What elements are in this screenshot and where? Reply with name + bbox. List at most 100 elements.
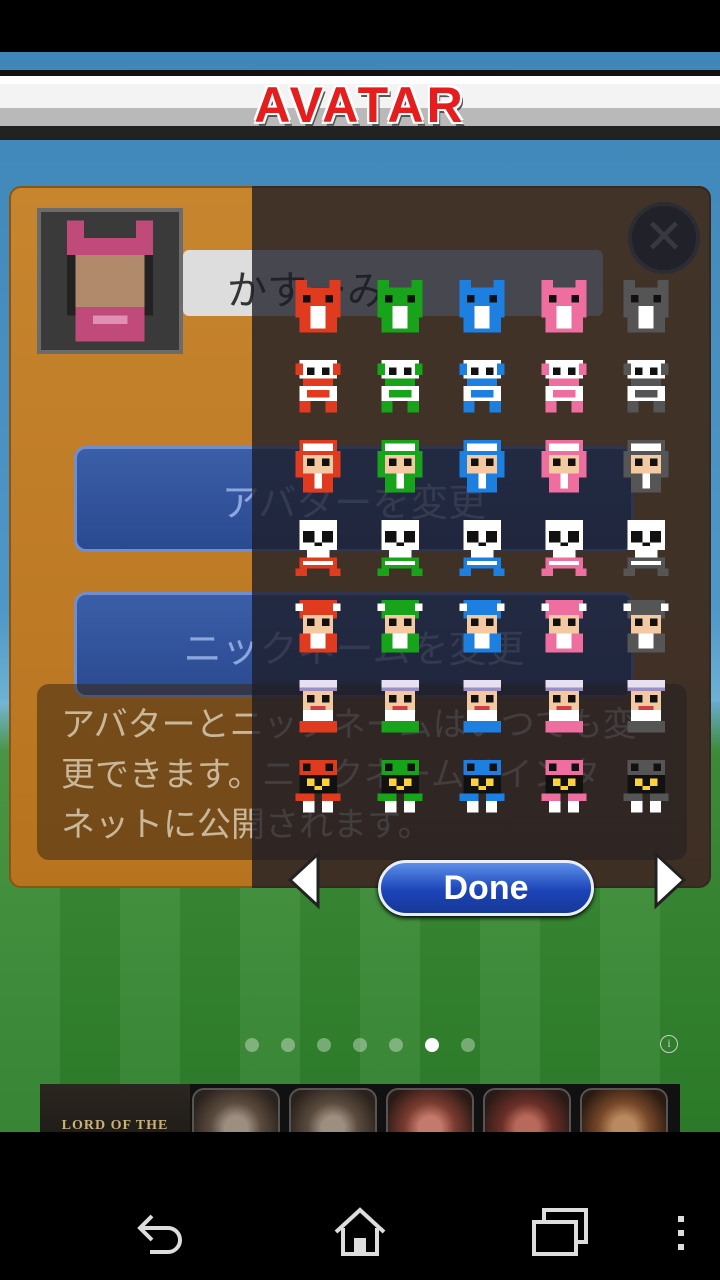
game-scene: AVATAR かすーみ アバターを変更 ニックネームを変更 アバターとニックネー…	[0, 52, 720, 1132]
avatar-option[interactable]	[452, 674, 512, 738]
avatar-sprite-icon	[459, 519, 505, 576]
avatar-sprite-icon	[541, 439, 587, 493]
screen-title: AVATAR	[254, 77, 466, 133]
avatar-sprite-icon	[381, 679, 419, 733]
avatar-sprite-icon	[623, 279, 669, 333]
avatar-sprite-icon	[295, 519, 341, 576]
avatar-sprite-icon	[545, 679, 583, 733]
prev-page-arrow-icon[interactable]	[286, 850, 322, 910]
avatar-sprite-icon	[623, 359, 669, 413]
avatar-option[interactable]	[616, 354, 676, 418]
avatar-option[interactable]	[370, 514, 430, 578]
page-dot[interactable]	[389, 1038, 403, 1052]
avatar-option[interactable]	[616, 514, 676, 578]
avatar-sprite-icon	[295, 759, 341, 813]
avatar-sprite-icon	[295, 439, 341, 493]
avatar-sprite-icon	[627, 679, 665, 733]
avatar-sprite-icon	[459, 359, 505, 413]
status-bar	[0, 0, 720, 52]
ad-zombie-image	[580, 1088, 668, 1132]
avatar-sprite-icon	[295, 599, 341, 653]
ad-zombie-image	[386, 1088, 474, 1132]
avatar-sprite-icon	[66, 220, 154, 342]
avatar-option[interactable]	[288, 274, 348, 338]
avatar-sprite-icon	[377, 599, 423, 653]
avatar-option[interactable]	[616, 274, 676, 338]
avatar-sprite-icon	[377, 279, 423, 333]
ad-zombie-image	[289, 1088, 377, 1132]
avatar-option[interactable]	[370, 434, 430, 498]
avatar-option[interactable]	[288, 354, 348, 418]
avatar-sprite-icon	[377, 519, 423, 576]
ad-zombie-image	[483, 1088, 571, 1132]
ad-zombie-image	[192, 1088, 280, 1132]
page-dot[interactable]	[281, 1038, 295, 1052]
avatar-sprite-icon	[541, 599, 587, 653]
avatar-option[interactable]	[534, 674, 594, 738]
avatar-sprite-icon	[463, 679, 501, 733]
page-indicator	[0, 1038, 720, 1054]
avatar-sprite-icon	[377, 359, 423, 413]
avatar-grid	[288, 274, 688, 834]
avatar-sprite-icon	[541, 359, 587, 413]
avatar-option[interactable]	[534, 274, 594, 338]
avatar-option[interactable]	[534, 594, 594, 658]
avatar-option[interactable]	[452, 354, 512, 418]
page-dot[interactable]	[245, 1038, 259, 1052]
avatar-option[interactable]	[452, 754, 512, 818]
avatar-option[interactable]	[288, 754, 348, 818]
avatar-sprite-icon	[623, 439, 669, 493]
avatar-sprite-icon	[541, 759, 587, 813]
avatar-option[interactable]	[370, 754, 430, 818]
avatar-sprite-icon	[459, 439, 505, 493]
avatar-sprite-icon	[295, 279, 341, 333]
page-dot[interactable]	[353, 1038, 367, 1052]
avatar-sprite-icon	[623, 519, 669, 576]
ad-info-icon[interactable]: i	[660, 1035, 678, 1053]
avatar-option[interactable]	[288, 514, 348, 578]
avatar-option[interactable]	[452, 594, 512, 658]
avatar-option[interactable]	[616, 594, 676, 658]
avatar-sprite-icon	[541, 279, 587, 333]
avatar-sprite-icon	[377, 759, 423, 813]
avatar-option[interactable]	[534, 354, 594, 418]
ad-brand-logo: LORD OF THE DRAGONS	[40, 1084, 190, 1132]
next-page-arrow-icon[interactable]	[652, 850, 688, 910]
avatar-option[interactable]	[288, 674, 348, 738]
navigation-bar	[0, 1132, 720, 1280]
home-icon[interactable]	[330, 1204, 390, 1260]
avatar-sprite-icon	[459, 279, 505, 333]
done-button[interactable]: Done	[378, 860, 594, 916]
avatar-option[interactable]	[534, 434, 594, 498]
avatar-option[interactable]	[452, 274, 512, 338]
avatar-option[interactable]	[534, 754, 594, 818]
avatar-option[interactable]	[370, 594, 430, 658]
avatar-option[interactable]	[534, 514, 594, 578]
avatar-option[interactable]	[616, 674, 676, 738]
page-dot[interactable]	[317, 1038, 331, 1052]
avatar-sprite-icon	[295, 359, 341, 413]
avatar-option[interactable]	[288, 434, 348, 498]
avatar-option[interactable]	[370, 674, 430, 738]
avatar-option[interactable]	[616, 434, 676, 498]
avatar-option[interactable]	[288, 594, 348, 658]
avatar-sprite-icon	[459, 759, 505, 813]
avatar-sprite-icon	[541, 519, 587, 576]
avatar-option[interactable]	[616, 754, 676, 818]
page-dot[interactable]	[425, 1038, 439, 1052]
avatar-sprite-icon	[623, 759, 669, 813]
avatar-option[interactable]	[370, 354, 430, 418]
avatar-option[interactable]	[370, 274, 430, 338]
avatar-sprite-icon	[377, 439, 423, 493]
avatar-sprite-icon	[623, 599, 669, 653]
recent-apps-icon[interactable]	[530, 1206, 590, 1258]
current-avatar[interactable]	[37, 208, 183, 354]
avatar-sprite-icon	[459, 599, 505, 653]
back-icon[interactable]	[134, 1206, 186, 1258]
avatar-option[interactable]	[452, 434, 512, 498]
overflow-menu-icon[interactable]	[676, 1214, 686, 1254]
avatar-sprite-icon	[299, 679, 337, 733]
ad-banner[interactable]: LORD OF THE DRAGONS	[40, 1084, 680, 1132]
page-dot[interactable]	[461, 1038, 475, 1052]
avatar-option[interactable]	[452, 514, 512, 578]
